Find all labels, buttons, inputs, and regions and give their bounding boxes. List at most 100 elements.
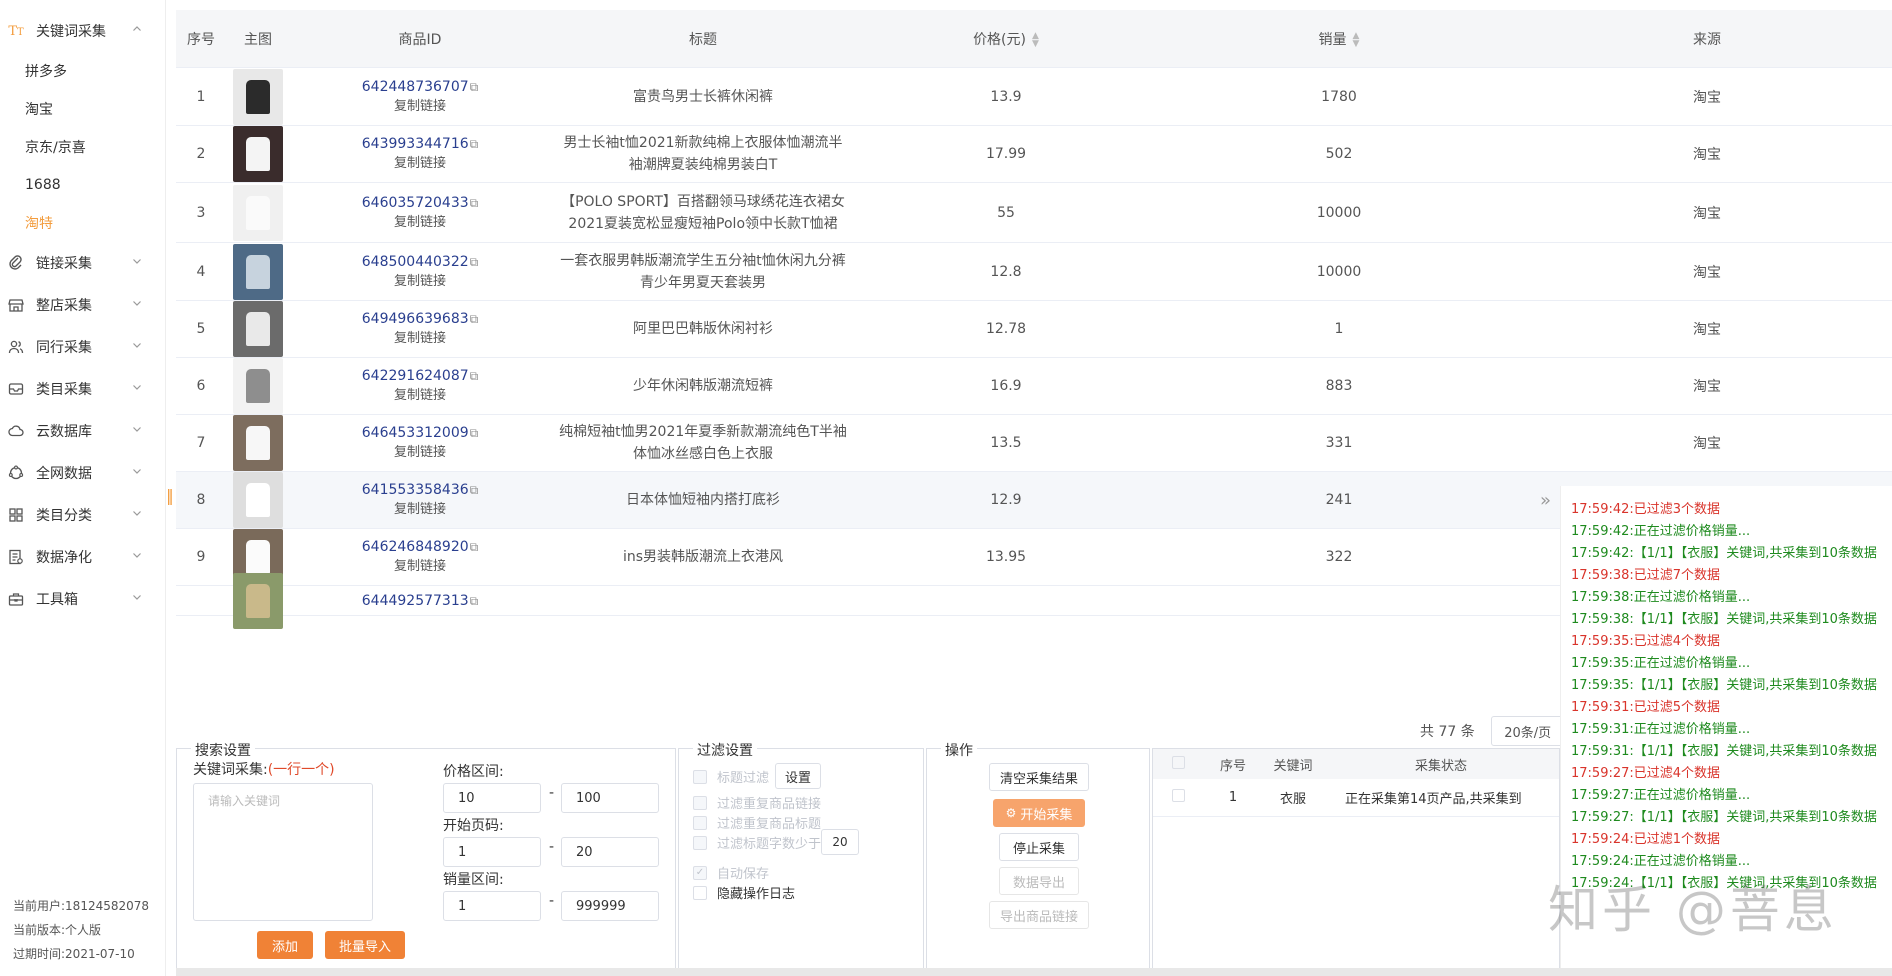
product-image[interactable]	[233, 68, 283, 125]
copy-icon[interactable]: ⧉	[470, 80, 479, 94]
export-links-button[interactable]: 导出商品链接	[989, 901, 1089, 929]
product-thumbnail[interactable]	[226, 184, 290, 241]
menu-group-6[interactable]: 全网数据	[0, 452, 165, 494]
copy-link-button[interactable]: 复制链接	[290, 154, 550, 174]
menu-group-5[interactable]: 云数据库	[0, 410, 165, 452]
price-min-input[interactable]: 10	[443, 783, 541, 813]
product-image[interactable]	[233, 184, 283, 241]
product-id[interactable]: 646246848920	[362, 539, 469, 555]
min-chars-input[interactable]: 20	[821, 829, 859, 855]
product-thumbnail[interactable]	[226, 472, 290, 528]
sort-icon[interactable]: ▲ ▼	[1353, 31, 1360, 48]
title-filter-checkbox[interactable]: 标题过滤	[693, 767, 769, 786]
copy-link-button[interactable]: 复制链接	[290, 386, 550, 406]
menu-group-9[interactable]: 工具箱	[0, 578, 165, 620]
sidebar-sub-item[interactable]: 京东/京喜	[0, 128, 165, 166]
checkbox-box[interactable]	[693, 835, 707, 850]
min-chars-checkbox[interactable]: 过滤标题字数少于	[693, 833, 821, 852]
product-id[interactable]: 648500440322	[362, 254, 469, 270]
product-id-link[interactable]: 648500440322⧉	[290, 252, 550, 272]
menu-group-1[interactable]: 链接采集	[0, 242, 165, 284]
sort-icon[interactable]: ▲ ▼	[1032, 31, 1039, 48]
product-id-link[interactable]: 643993344716⧉	[290, 134, 550, 154]
price-max-input[interactable]: 100	[561, 783, 659, 813]
sidebar-sub-item[interactable]: 1688	[0, 166, 165, 204]
checkbox-box[interactable]	[1171, 755, 1185, 769]
checkbox-box[interactable]	[693, 815, 707, 830]
product-image[interactable]	[233, 243, 283, 300]
sidebar-sub-item[interactable]: 拼多多	[0, 52, 165, 90]
hide-log-checkbox[interactable]: 隐藏操作日志	[693, 883, 795, 902]
log-collapse-icon[interactable]: »	[1540, 490, 1551, 511]
copy-icon[interactable]: ⧉	[470, 255, 479, 269]
checkbox-box[interactable]	[1171, 789, 1185, 802]
row-checkbox[interactable]	[1153, 789, 1203, 806]
menu-group-0[interactable]: TT 关键词采集	[0, 10, 165, 52]
product-image[interactable]	[233, 301, 283, 357]
horizontal-scrollbar[interactable]	[176, 968, 1892, 976]
product-image[interactable]	[233, 572, 283, 629]
product-id[interactable]: 641553358436	[362, 482, 469, 498]
copy-link-button[interactable]: 复制链接	[290, 443, 550, 463]
product-thumbnail[interactable]	[226, 126, 290, 182]
product-id-link[interactable]: 646453312009⧉	[290, 423, 550, 443]
copy-icon[interactable]: ⧉	[470, 312, 479, 326]
checkbox-box[interactable]	[693, 795, 707, 810]
product-thumbnail[interactable]	[226, 572, 290, 629]
copy-link-button[interactable]: 复制链接	[290, 213, 550, 233]
product-id[interactable]: 649496639683	[362, 311, 469, 327]
copy-link-button[interactable]: 复制链接	[290, 97, 550, 117]
copy-link-button[interactable]: 复制链接	[290, 272, 550, 292]
page-max-input[interactable]: 20	[561, 837, 659, 867]
copy-link-button[interactable]: 复制链接	[290, 557, 550, 577]
keyword-textarea[interactable]: 请输入关键词	[193, 783, 373, 921]
copy-link-button[interactable]: 复制链接	[290, 500, 550, 520]
menu-group-2[interactable]: 整店采集	[0, 284, 165, 326]
filter-settings-button[interactable]: 设置	[775, 763, 821, 789]
sidebar-collapse-handle[interactable]: ||	[166, 486, 174, 505]
page-size-select[interactable]: 20条/页	[1490, 716, 1565, 746]
checkbox-box[interactable]	[693, 885, 707, 900]
product-thumbnail[interactable]	[226, 415, 290, 471]
autosave-checkbox[interactable]: ✓ 自动保存	[693, 863, 769, 882]
select-all-checkbox[interactable]	[1153, 755, 1203, 773]
menu-group-8[interactable]: 数据净化	[0, 536, 165, 578]
product-id-link[interactable]: 646246848920⧉	[290, 537, 550, 557]
product-image[interactable]	[233, 415, 283, 471]
product-id-link[interactable]: 649496639683⧉	[290, 309, 550, 329]
product-id-link[interactable]: 642291624087⧉	[290, 366, 550, 386]
sidebar-sub-item[interactable]: 淘特	[0, 204, 165, 242]
stop-collect-button[interactable]: 停止采集	[999, 833, 1079, 861]
menu-group-4[interactable]: 类目采集	[0, 368, 165, 410]
dup-title-checkbox[interactable]: 过滤重复商品标题	[693, 813, 821, 832]
product-id[interactable]: 642448736707	[362, 79, 469, 95]
start-collect-button[interactable]: ⚙ 开始采集	[993, 799, 1085, 827]
checkbox-box[interactable]: ✓	[693, 865, 707, 880]
product-thumbnail[interactable]	[226, 243, 290, 300]
menu-group-3[interactable]: 同行采集	[0, 326, 165, 368]
product-image[interactable]	[233, 358, 283, 414]
copy-icon[interactable]: ⧉	[470, 426, 479, 440]
add-button[interactable]: 添加	[257, 931, 313, 959]
copy-icon[interactable]: ⧉	[470, 137, 479, 151]
product-id[interactable]: 642291624087	[362, 368, 469, 384]
header-price[interactable]: 价格(元) ▲ ▼	[856, 29, 1156, 49]
product-id[interactable]: 644492577313	[362, 593, 469, 609]
product-id[interactable]: 646035720433	[362, 195, 469, 211]
header-sales[interactable]: 销量 ▲ ▼	[1156, 29, 1522, 49]
copy-icon[interactable]: ⧉	[470, 483, 479, 497]
sidebar-sub-item[interactable]: 淘宝	[0, 90, 165, 128]
batch-import-button[interactable]: 批量导入	[325, 931, 405, 959]
copy-icon[interactable]: ⧉	[470, 540, 479, 554]
product-id-link[interactable]: 646035720433⧉	[290, 193, 550, 213]
product-thumbnail[interactable]	[226, 68, 290, 125]
sales-min-input[interactable]: 1	[443, 891, 541, 921]
export-data-button[interactable]: 数据导出	[999, 867, 1079, 895]
checkbox-box[interactable]	[693, 769, 707, 784]
menu-group-7[interactable]: 类目分类	[0, 494, 165, 536]
page-min-input[interactable]: 1	[443, 837, 541, 867]
product-image[interactable]	[233, 472, 283, 528]
product-id-link[interactable]: 641553358436⧉	[290, 480, 550, 500]
product-thumbnail[interactable]	[226, 301, 290, 357]
product-image[interactable]	[233, 126, 283, 182]
